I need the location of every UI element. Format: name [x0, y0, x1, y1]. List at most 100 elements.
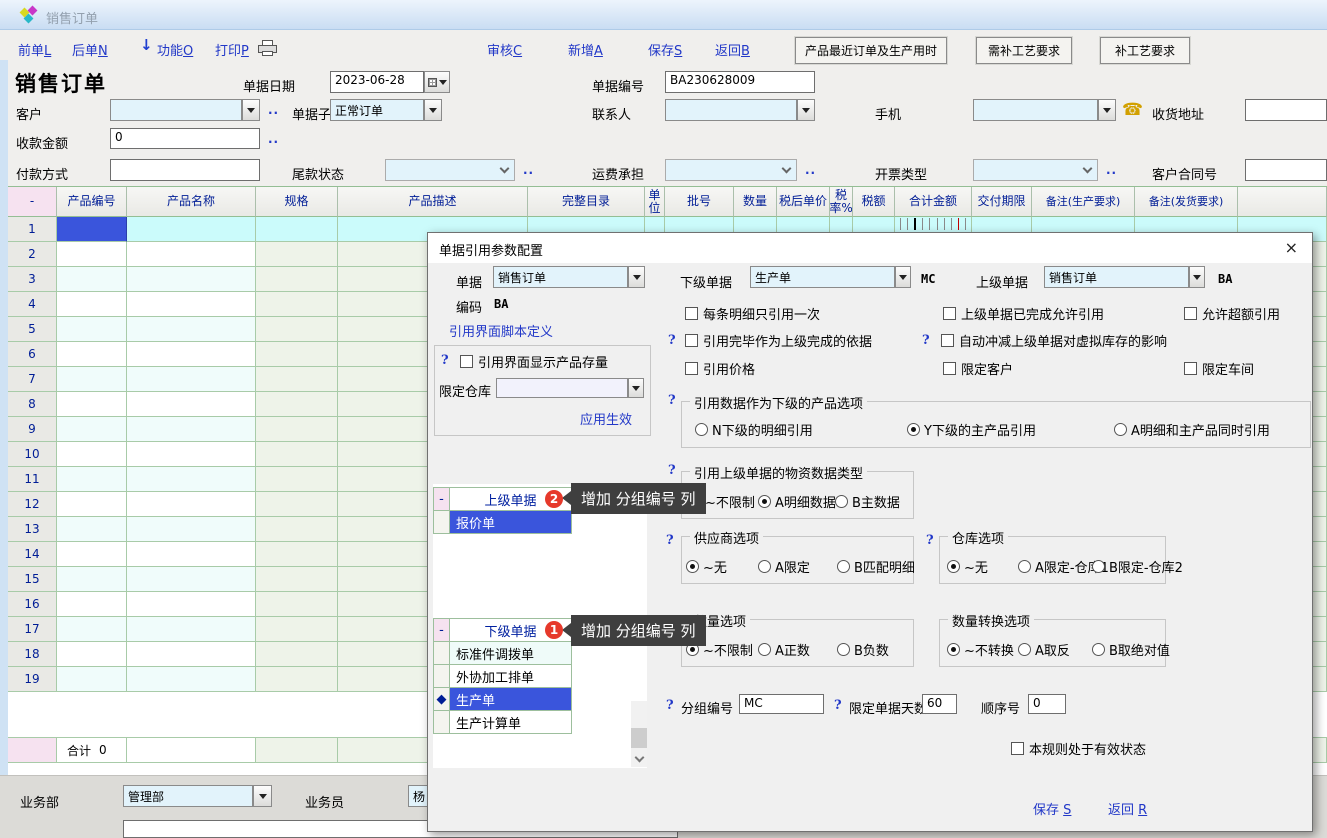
header-product-no[interactable]: 产品编号: [57, 187, 127, 217]
table-cell[interactable]: [256, 367, 338, 392]
table-cell[interactable]: [57, 517, 127, 542]
table-cell[interactable]: [127, 392, 256, 417]
doc-no-input[interactable]: BA230628009: [665, 71, 815, 93]
parent-doc-combo[interactable]: 销售订单: [1044, 266, 1189, 288]
balance-lookup-dots[interactable]: ..: [523, 163, 534, 177]
selected-cell[interactable]: [57, 217, 127, 242]
radio-warehouse-none[interactable]: ~无: [947, 557, 988, 576]
table-cell[interactable]: [127, 642, 256, 667]
doc-date-calendar-button[interactable]: [424, 71, 450, 93]
table-cell[interactable]: [256, 667, 338, 692]
ref-price-checkbox[interactable]: 引用价格: [685, 359, 755, 378]
table-cell[interactable]: [57, 392, 127, 417]
header-tax-rate[interactable]: 税率%: [830, 187, 853, 217]
radio-supplier-limit[interactable]: A限定: [758, 557, 810, 576]
table-cell[interactable]: [57, 367, 127, 392]
help-icon[interactable]: ?: [668, 463, 676, 478]
header-price-after-tax[interactable]: 税后单价: [777, 187, 830, 217]
table-cell[interactable]: [256, 592, 338, 617]
doc-combo[interactable]: 销售订单: [493, 266, 628, 288]
table-cell[interactable]: [256, 217, 338, 242]
customer-combo-arrow[interactable]: [242, 99, 260, 121]
help-icon[interactable]: ?: [441, 353, 449, 368]
back-link[interactable]: 返回B: [715, 40, 750, 59]
limit-days-input[interactable]: 60: [922, 694, 957, 714]
freight-lookup-dots[interactable]: ..: [805, 163, 816, 177]
parent-list-item[interactable]: 报价单: [449, 510, 572, 534]
table-cell[interactable]: [256, 517, 338, 542]
table-cell[interactable]: [256, 342, 338, 367]
radio-supplier-none[interactable]: ~无: [686, 557, 727, 576]
child-doc-combo-arrow[interactable]: [895, 266, 911, 288]
dept-combo[interactable]: 管理部: [123, 785, 253, 807]
table-cell[interactable]: [57, 467, 127, 492]
auto-offset-checkbox[interactable]: 自动冲减上级单据对虚拟库存的影响: [941, 331, 1167, 350]
child-list-item[interactable]: 生产计算单: [449, 710, 572, 734]
radio-main-product-ref[interactable]: Y下级的主产品引用: [907, 420, 1036, 439]
table-cell[interactable]: [127, 567, 256, 592]
subtype-combo[interactable]: 正常订单: [330, 99, 424, 121]
add-new-link[interactable]: 新增A: [568, 40, 603, 59]
help-icon[interactable]: ?: [926, 533, 934, 548]
table-cell[interactable]: [127, 517, 256, 542]
table-cell[interactable]: [127, 467, 256, 492]
dialog-back-link[interactable]: 返回 R: [1108, 799, 1147, 818]
contract-input[interactable]: [1245, 159, 1327, 181]
table-cell[interactable]: [127, 667, 256, 692]
table-cell[interactable]: [256, 642, 338, 667]
table-cell[interactable]: [57, 617, 127, 642]
radio-warehouse-2[interactable]: B限定-仓库2: [1092, 557, 1183, 576]
table-cell[interactable]: [127, 267, 256, 292]
over-allow-checkbox[interactable]: 允许超额引用: [1184, 304, 1280, 323]
header-total-amount[interactable]: 合计金额: [895, 187, 972, 217]
child-list-item[interactable]: 标准件调拨单: [449, 641, 572, 665]
header-full-catalog[interactable]: 完整目录: [528, 187, 645, 217]
table-cell[interactable]: [256, 492, 338, 517]
table-cell[interactable]: [127, 617, 256, 642]
radio-qty-positive[interactable]: A正数: [758, 640, 810, 659]
address-input[interactable]: [1245, 99, 1327, 121]
group-no-input[interactable]: MC: [739, 694, 824, 714]
limit-customer-checkbox[interactable]: 限定客户: [943, 359, 1013, 378]
received-lookup-dots[interactable]: ..: [268, 132, 279, 146]
child-list-item[interactable]: 外协加工排单: [449, 664, 572, 688]
audit-link[interactable]: 审核C: [487, 40, 522, 59]
table-cell[interactable]: [57, 592, 127, 617]
customer-lookup-dots[interactable]: ..: [268, 103, 279, 117]
help-icon[interactable]: ?: [666, 533, 674, 548]
show-stock-checkbox[interactable]: 引用界面显示产品存量: [460, 352, 608, 371]
parent-done-allow-checkbox[interactable]: 上级单据已完成允许引用: [943, 304, 1104, 323]
header-tax-amount[interactable]: 税额: [853, 187, 895, 217]
help-icon[interactable]: ?: [666, 698, 674, 713]
table-cell[interactable]: [127, 342, 256, 367]
subtype-combo-arrow[interactable]: [424, 99, 442, 121]
print-link[interactable]: 打印P: [215, 40, 249, 59]
prev-doc-link[interactable]: 前单L: [18, 40, 51, 59]
header-spec[interactable]: 规格: [256, 187, 338, 217]
header-description[interactable]: 产品描述: [338, 187, 528, 217]
add-process-req-button[interactable]: 补工艺要求: [1100, 37, 1190, 64]
mobile-combo-arrow[interactable]: [1098, 99, 1116, 121]
doc-date-input[interactable]: 2023-06-28: [330, 71, 424, 93]
list-scrollbar-thumb[interactable]: [631, 728, 647, 748]
radio-qty-negative[interactable]: B负数: [837, 640, 889, 659]
help-icon[interactable]: ?: [668, 333, 676, 348]
phone-icon[interactable]: ☎: [1122, 100, 1143, 120]
scroll-down-icon[interactable]: [631, 751, 647, 767]
table-cell[interactable]: [127, 542, 256, 567]
invoice-lookup-dots[interactable]: ..: [1106, 163, 1117, 177]
table-cell[interactable]: [127, 292, 256, 317]
functions-link[interactable]: 功能O: [157, 40, 193, 59]
mobile-combo[interactable]: [973, 99, 1098, 121]
next-doc-link[interactable]: 后单N: [72, 40, 108, 59]
radio-no-convert[interactable]: ~不转换: [947, 640, 1014, 659]
radio-main-data[interactable]: B主数据: [835, 492, 900, 511]
table-cell[interactable]: [57, 267, 127, 292]
header-delivery-date[interactable]: 交付期限: [972, 187, 1032, 217]
table-cell[interactable]: [256, 467, 338, 492]
table-cell[interactable]: [256, 567, 338, 592]
table-cell[interactable]: [57, 542, 127, 567]
printer-icon[interactable]: [258, 40, 277, 56]
apply-link[interactable]: 应用生效: [580, 409, 632, 428]
dept-combo-arrow[interactable]: [253, 785, 272, 807]
